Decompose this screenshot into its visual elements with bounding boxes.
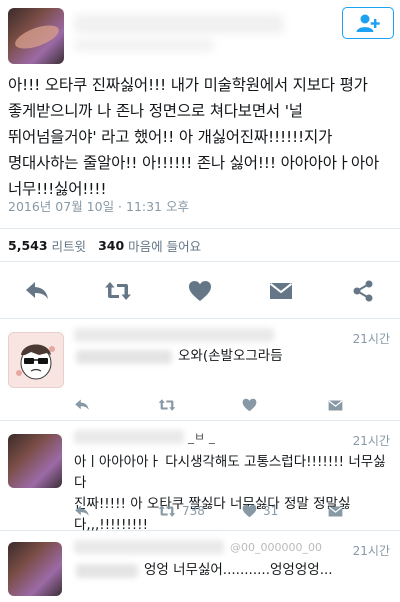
author-avatar[interactable] [8,8,64,64]
reply-dm-button[interactable] [328,500,349,522]
main-tweet: 아!!! 오타쿠 진짜싫어!!! 내가 미술학원에서 지보다 평가 좋게받으니까… [0,0,400,319]
reply-item[interactable]: 21시간 오와(손발오그라듬 [0,318,400,421]
retweet-icon [158,399,176,411]
reply-avatar[interactable] [8,332,64,388]
tweet-actions [0,274,400,310]
envelope-icon [328,506,343,516]
share-icon [353,280,373,302]
reply-icon [75,399,89,410]
tweet-timestamp[interactable]: 2016년 07월 10일 · 11:31 오후 [8,196,189,215]
envelope-icon [269,283,293,299]
likes-label[interactable]: 마음에 들어요 [128,236,201,255]
reply-retweet-button[interactable]: 738 [158,500,205,522]
reply-retweet-button[interactable] [158,394,182,416]
likes-count[interactable]: 340 [98,238,124,253]
envelope-icon [328,400,343,410]
retweet-icon [105,282,131,300]
like-button[interactable] [183,274,217,308]
heart-icon [189,281,211,301]
reply-button[interactable] [20,274,54,308]
direct-message-button[interactable] [264,274,298,308]
reply-handle-fragment: @00_000000_00 [230,541,322,554]
retweet-button[interactable] [101,274,135,308]
reply-actions [74,394,400,416]
reply-item[interactable]: @00_000000_00 21시간 엉엉 너무싫어...........엉엉엉… [0,530,400,602]
reply-text: 오와(손발오그라듬 [178,348,283,364]
tweet-text: 아!!! 오타쿠 진짜싫어!!! 내가 미술학원에서 지보다 평가 좋게받으니까… [8,76,379,198]
add-user-icon [356,14,380,32]
reply-reply-button[interactable] [74,394,96,416]
reply-like-button[interactable] [242,394,263,416]
reply-text: 엉엉 너무싫어...........엉엉엉엉... [144,562,333,578]
reply-like-button[interactable]: 31 [242,500,278,522]
retweets-count[interactable]: 5,543 [8,238,48,253]
reply-item[interactable]: _ㅂ _ 21시간 아ㅣ아아아아ㅏ 다시생각해도 고통스럽다!!!!!!! 너무… [0,420,400,533]
reply-retweet-count: 738 [182,504,205,518]
reply-like-count: 31 [263,504,279,518]
retweets-label[interactable]: 리트윗 [52,236,87,255]
reply-time[interactable]: 21시간 [353,542,390,559]
reply-icon [75,505,89,516]
tweet-stats: 5,543 리트윗 340 마음에 들어요 [0,228,400,262]
author-name-blurred [74,14,284,34]
reply-avatar[interactable] [8,542,62,596]
cartoon-avatar-icon [9,333,63,387]
reply-reply-button[interactable] [74,500,96,522]
heart-icon [242,504,257,518]
reply-avatar[interactable] [8,434,62,488]
reply-text: 아ㅣ아아아아ㅏ 다시생각해도 고통스럽다!!!!!!! 너무싫다 진짜!!!!!… [74,454,386,533]
heart-icon [242,398,257,412]
share-button[interactable] [346,274,380,308]
reply-actions: 738 31 [74,500,400,522]
follow-button[interactable] [342,7,394,39]
reply-time[interactable]: 21시간 [353,432,390,449]
reply-time[interactable]: 21시간 [353,330,390,347]
reply-icon [26,282,48,299]
reply-dm-button[interactable] [328,394,349,416]
retweet-icon [158,505,176,517]
reply-header-fragment: _ㅂ _ [188,430,215,444]
author-handle-blurred [74,38,214,52]
